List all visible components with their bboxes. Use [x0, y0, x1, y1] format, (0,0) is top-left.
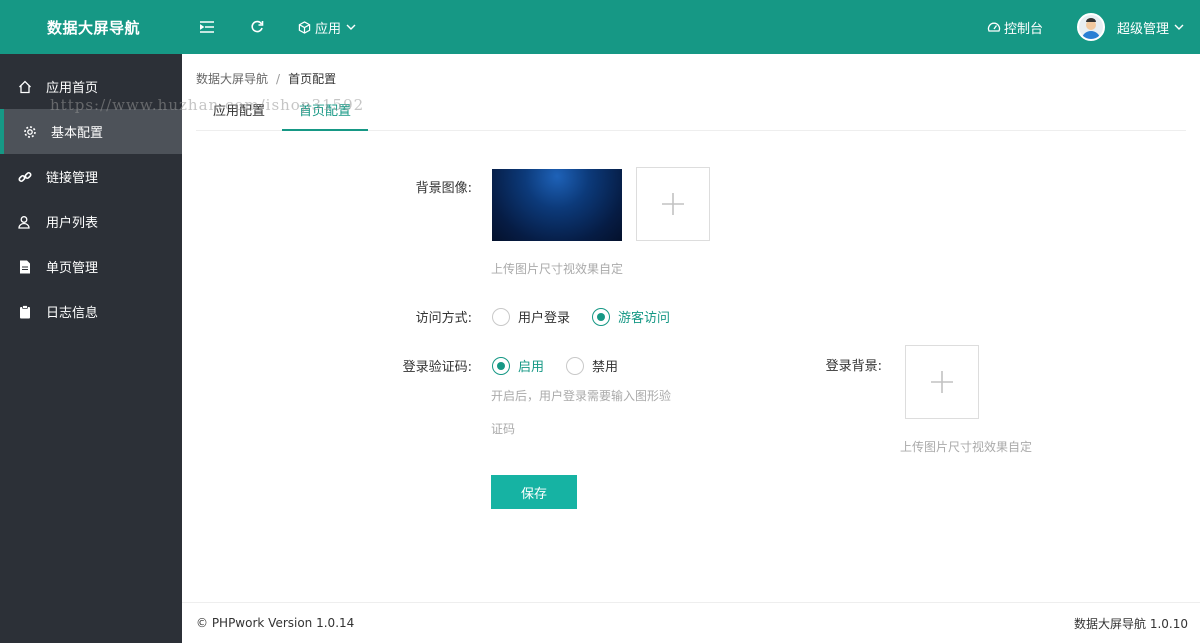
bg-image-label: 背景图像:: [415, 181, 472, 196]
footer-version: © PHPwork Version 1.0.14: [196, 616, 355, 630]
gear-icon: [23, 125, 37, 139]
sidebar-item-label: 单页管理: [46, 261, 99, 276]
sidebar-item-pages[interactable]: 单页管理: [0, 244, 182, 289]
user-name: 超级管理: [1116, 21, 1169, 37]
breadcrumb: 数据大屏导航 / 首页配置: [196, 70, 336, 87]
radio-guest-access[interactable]: 游客访问: [592, 307, 670, 326]
sidebar-item-label: 链接管理: [46, 171, 99, 186]
radio-circle: [492, 307, 510, 326]
refresh-button[interactable]: [250, 0, 264, 54]
radio-label: 用户登录: [518, 311, 571, 326]
dashboard-icon: [987, 22, 1001, 32]
radio-captcha-enable[interactable]: 启用: [492, 356, 544, 375]
sidebar-item-label: 用户列表: [46, 216, 99, 231]
menu-fold-icon: [200, 21, 214, 33]
radio-user-login[interactable]: 用户登录: [492, 307, 570, 326]
app-menu-label: 应用: [315, 21, 342, 37]
plus-icon: [931, 371, 953, 393]
tab-bar: 应用配置 首页配置: [196, 98, 1186, 131]
refresh-icon: [251, 20, 264, 33]
sidebar: 应用首页 基本配置 链接管理 用户列表 单页管理 日志信息: [0, 54, 182, 643]
tab-app-config[interactable]: 应用配置: [196, 98, 282, 131]
sidebar-item-links[interactable]: 链接管理: [0, 154, 182, 199]
toggle-sidebar-button[interactable]: [200, 0, 214, 54]
sidebar-item-users[interactable]: 用户列表: [0, 199, 182, 244]
clipboard-icon: [18, 304, 32, 319]
console-label: 控制台: [1003, 21, 1043, 37]
sidebar-item-basic-config[interactable]: 基本配置: [0, 109, 182, 154]
bg-image-preview[interactable]: [492, 169, 622, 241]
radio-circle: [566, 356, 584, 375]
footer: © PHPwork Version 1.0.14 数据大屏导航 1.0.10: [182, 602, 1200, 643]
chevron-down-icon: [1174, 24, 1184, 30]
access-label: 访问方式:: [415, 311, 472, 326]
document-icon: [18, 260, 32, 274]
login-bg-hint: 上传图片尺寸视效果自定: [900, 440, 1033, 454]
captcha-hint-line1: 开启后，用户登录需要输入图形验: [491, 389, 672, 403]
cube-icon: [298, 20, 311, 34]
tab-home-config[interactable]: 首页配置: [282, 98, 369, 131]
user-avatar-icon: [1081, 18, 1100, 39]
sidebar-item-label: 日志信息: [46, 306, 99, 321]
top-header: 数据大屏导航 应用 控制台 超级管理: [0, 0, 1200, 54]
radio-label: 禁用: [592, 360, 619, 375]
bg-image-hint: 上传图片尺寸视效果自定: [491, 262, 624, 276]
sidebar-item-label: 应用首页: [46, 81, 99, 96]
breadcrumb-current: 首页配置: [288, 72, 337, 86]
save-button[interactable]: 保存: [491, 475, 577, 509]
home-icon: [18, 80, 32, 94]
captcha-label: 登录验证码:: [402, 360, 472, 375]
sidebar-item-label: 基本配置: [51, 126, 104, 141]
login-bg-label: 登录背景:: [825, 359, 882, 374]
avatar: [1076, 13, 1105, 41]
chevron-down-icon: [346, 24, 356, 30]
captcha-hint-line2: 证码: [491, 422, 516, 436]
radio-captcha-disable[interactable]: 禁用: [566, 356, 618, 375]
breadcrumb-separator: /: [276, 72, 281, 86]
link-icon: [18, 170, 32, 184]
main-content: 数据大屏导航 / 首页配置 应用配置 首页配置 背景图像: 上传图片尺寸视效果自定 …: [182, 54, 1200, 602]
login-bg-upload[interactable]: [905, 345, 979, 419]
breadcrumb-root[interactable]: 数据大屏导航: [196, 72, 268, 86]
footer-app-version: 数据大屏导航 1.0.10: [1074, 616, 1188, 631]
app-menu-dropdown[interactable]: 应用: [298, 0, 356, 54]
user-icon: [18, 215, 32, 229]
bg-image-upload[interactable]: [636, 167, 710, 241]
radio-label: 游客访问: [618, 311, 671, 326]
radio-label: 启用: [518, 360, 545, 375]
sidebar-item-home[interactable]: 应用首页: [0, 64, 182, 109]
user-menu-dropdown[interactable]: 超级管理: [1076, 0, 1184, 54]
brand-title: 数据大屏导航: [47, 18, 141, 37]
sidebar-item-logs[interactable]: 日志信息: [0, 289, 182, 334]
console-link[interactable]: 控制台: [987, 0, 1043, 54]
plus-icon: [662, 193, 684, 215]
radio-circle: [592, 307, 610, 326]
radio-circle: [492, 356, 510, 375]
